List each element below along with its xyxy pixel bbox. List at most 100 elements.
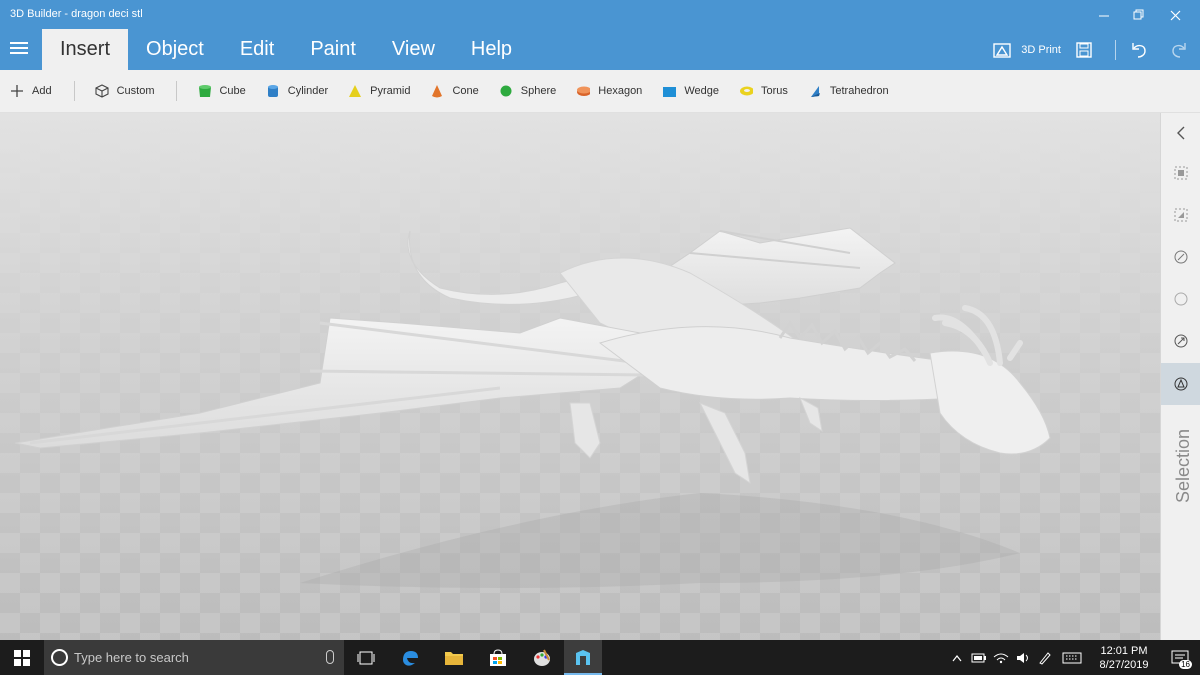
cylinder-icon — [267, 85, 278, 97]
cone-icon — [432, 85, 443, 98]
select-faces-button[interactable] — [1161, 195, 1200, 235]
add-button[interactable]: Add — [10, 84, 52, 98]
pen-workspace-icon[interactable] — [1034, 640, 1056, 675]
select-edges-icon — [1174, 250, 1188, 264]
task-view-button[interactable] — [344, 640, 388, 675]
restore-button[interactable] — [1121, 4, 1157, 26]
notification-count-badge: 16 — [1179, 660, 1192, 669]
wedge-icon — [663, 87, 677, 97]
tetrahedron-label: Tetrahedron — [829, 85, 889, 97]
selection-mode-icon — [1174, 377, 1188, 391]
windows-taskbar: Type here to search 12:01 PM 8/27/2019 1… — [0, 640, 1200, 675]
title-bar: 3D Builder - dragon deci stl Insert Obje… — [0, 0, 1200, 70]
show-hidden-icons-button[interactable] — [946, 640, 968, 675]
divider — [176, 81, 178, 101]
torus-button[interactable]: Torus — [739, 84, 788, 98]
cylinder-label: Cylinder — [287, 85, 329, 97]
wedge-button[interactable]: Wedge — [662, 84, 719, 98]
3d-print-label: 3D Print — [1021, 44, 1061, 56]
edge-browser-button[interactable] — [388, 640, 432, 675]
insert-toolbar: Add Custom Cube Cylinder Pyramid Cone Sp… — [0, 70, 1200, 113]
action-center-button[interactable]: 16 — [1160, 640, 1200, 675]
tab-view[interactable]: View — [374, 29, 453, 70]
selection-mode-button[interactable] — [1161, 364, 1200, 404]
chevron-up-icon — [952, 654, 962, 661]
selection-panel: Selection — [1160, 113, 1200, 640]
select-objects-button[interactable] — [1161, 153, 1200, 193]
tab-insert[interactable]: Insert — [42, 29, 129, 70]
title-right-tools: 3D Print — [993, 36, 1200, 64]
clock-date: 8/27/2019 — [1099, 658, 1149, 671]
pyramid-button[interactable]: Pyramid — [348, 84, 410, 98]
pyramid-label: Pyramid — [370, 85, 411, 97]
tab-paint[interactable]: Paint — [292, 29, 374, 70]
dragon-model[interactable] — [0, 113, 1160, 640]
select-faces-icon — [1174, 208, 1188, 222]
close-button[interactable] — [1157, 4, 1193, 26]
select-objects-icon — [1174, 166, 1188, 180]
custom-label: Custom — [116, 85, 155, 97]
tab-edit[interactable]: Edit — [222, 29, 292, 70]
chevron-left-icon — [1177, 126, 1185, 140]
window-title: 3D Builder - dragon deci stl — [10, 8, 143, 20]
battery-icon[interactable] — [968, 640, 990, 675]
microphone-icon[interactable] — [326, 650, 334, 664]
3d-print-button[interactable]: 3D Print — [993, 41, 1061, 59]
sphere-label: Sphere — [520, 85, 557, 97]
custom-button[interactable]: Custom — [95, 84, 155, 98]
cube-label: Cube — [219, 85, 246, 97]
volume-icon[interactable] — [1012, 640, 1034, 675]
system-tray: 12:01 PM 8/27/2019 16 — [946, 640, 1200, 675]
taskbar-search-box[interactable]: Type here to search — [44, 640, 344, 675]
cone-button[interactable]: Cone — [430, 84, 479, 98]
panel-collapse-button[interactable] — [1161, 113, 1200, 153]
3d-viewport[interactable] — [0, 113, 1160, 640]
sphere-icon — [500, 85, 512, 97]
select-vertices-button[interactable] — [1161, 279, 1200, 319]
save-button[interactable] — [1075, 41, 1093, 59]
hexagon-button[interactable]: Hexagon — [576, 84, 642, 98]
hexagon-label: Hexagon — [598, 85, 643, 97]
select-edges-button[interactable] — [1161, 237, 1200, 277]
store-bag-icon — [490, 648, 506, 666]
minimize-button[interactable] — [1086, 4, 1122, 26]
file-explorer-button[interactable] — [432, 640, 476, 675]
paint-3d-button[interactable] — [520, 640, 564, 675]
cube-button[interactable]: Cube — [197, 84, 246, 98]
search-placeholder: Type here to search — [74, 650, 189, 665]
hexagon-icon — [577, 86, 591, 96]
tetrahedron-button[interactable]: Tetrahedron — [808, 84, 889, 98]
paint-palette-icon — [534, 649, 550, 666]
3d-print-icon — [993, 43, 1011, 58]
cube-icon — [199, 85, 212, 97]
select-snap-button[interactable] — [1161, 321, 1200, 361]
plus-icon — [11, 85, 23, 97]
start-button[interactable] — [0, 640, 44, 675]
edge-icon — [403, 650, 418, 666]
add-label: Add — [32, 85, 52, 97]
3d-builder-icon — [576, 649, 590, 665]
torus-icon — [739, 86, 753, 96]
redo-icon — [1172, 43, 1186, 58]
task-view-icon — [357, 651, 375, 664]
3d-builder-taskbar-button[interactable] — [564, 640, 602, 675]
tab-object[interactable]: Object — [128, 29, 222, 70]
undo-button[interactable] — [1130, 41, 1148, 59]
redo-button[interactable] — [1170, 41, 1188, 59]
hamburger-menu-icon[interactable] — [10, 42, 28, 56]
cone-label: Cone — [452, 85, 479, 97]
taskbar-clock[interactable]: 12:01 PM 8/27/2019 — [1088, 644, 1160, 672]
touch-keyboard-icon[interactable] — [1056, 640, 1088, 675]
wedge-label: Wedge — [684, 85, 719, 97]
store-button[interactable] — [476, 640, 520, 675]
selection-panel-label[interactable]: Selection — [1173, 429, 1194, 503]
tab-help[interactable]: Help — [453, 29, 530, 70]
windows-logo-icon — [14, 649, 30, 666]
network-icon[interactable] — [990, 640, 1012, 675]
menu-tabs: Insert Object Edit Paint View Help — [42, 29, 530, 70]
sphere-button[interactable]: Sphere — [499, 84, 556, 98]
cylinder-button[interactable]: Cylinder — [266, 84, 328, 98]
select-vertices-icon — [1174, 292, 1188, 306]
save-icon — [1076, 42, 1092, 58]
undo-icon — [1132, 43, 1146, 58]
